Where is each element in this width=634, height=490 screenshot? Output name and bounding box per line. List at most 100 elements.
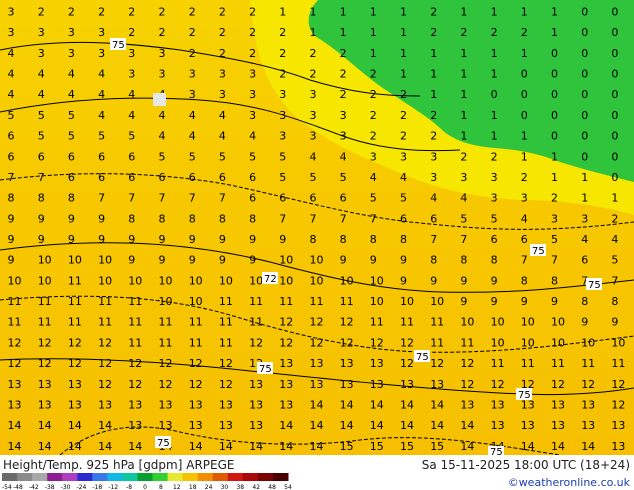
- valid-time: Sa 15-11-2025 18:00 UTC (18+24): [421, 458, 630, 472]
- grid-value: 9: [249, 254, 256, 267]
- contour-label: 72: [264, 274, 277, 285]
- grid-value: 3: [310, 109, 317, 122]
- grid-value: 7: [279, 212, 286, 225]
- grid-value: 5: [68, 130, 75, 143]
- scale-tick-label: 38: [236, 484, 244, 490]
- grid-value: 1: [460, 6, 467, 19]
- grid-value: 7: [219, 192, 226, 205]
- grid-value: 2: [521, 26, 528, 39]
- grid-value: 7: [128, 192, 135, 205]
- grid-value: 5: [400, 192, 407, 205]
- grid-value: 10: [491, 336, 505, 349]
- grid-value: 4: [249, 130, 256, 143]
- grid-value: 10: [189, 295, 203, 308]
- grid-value: 4: [98, 109, 105, 122]
- contour-label: 75: [259, 364, 272, 375]
- grid-value: 1: [521, 130, 528, 143]
- grid-value: 12: [38, 357, 52, 370]
- grid-value: 13: [310, 357, 324, 370]
- grid-value: 3: [8, 6, 15, 19]
- grid-value: 9: [128, 233, 135, 246]
- grid-value: 10: [38, 254, 52, 267]
- grid-value: 9: [491, 295, 498, 308]
- grid-value: 6: [98, 171, 105, 184]
- grid-value: 5: [219, 150, 226, 163]
- grid-value: 1: [310, 6, 317, 19]
- grid-value: 4: [340, 150, 347, 163]
- grid-value: 2: [370, 109, 377, 122]
- grid-value: 10: [128, 274, 142, 287]
- grid-value: 2: [460, 26, 467, 39]
- grid-value: 15: [430, 440, 444, 453]
- grid-value: 13: [460, 399, 474, 412]
- grid-value: 1: [310, 26, 317, 39]
- grid-value: 8: [189, 212, 196, 225]
- grid-value: 3: [68, 26, 75, 39]
- grid-value: 4: [521, 212, 528, 225]
- grid-value: 2: [400, 88, 407, 101]
- grid-value: 3: [370, 150, 377, 163]
- grid-value: 14: [521, 440, 535, 453]
- grid-value: 5: [279, 150, 286, 163]
- grid-value: 12: [460, 378, 474, 391]
- grid-value: 12: [340, 336, 354, 349]
- grid-value: 9: [8, 233, 15, 246]
- grid-value: 12: [219, 357, 233, 370]
- scale-tick-label: 18: [189, 484, 197, 490]
- grid-value: 13: [68, 399, 82, 412]
- grid-value: 8: [249, 212, 256, 225]
- credit-link[interactable]: ©weatheronline.co.uk: [508, 476, 630, 489]
- grid-value: 4: [8, 47, 15, 60]
- scale-swatch: [2, 473, 18, 481]
- grid-value: 14: [279, 419, 293, 432]
- grid-value: 1: [551, 26, 558, 39]
- grid-value: 0: [521, 109, 528, 122]
- grid-value: 3: [189, 68, 196, 81]
- grid-value: 11: [310, 295, 324, 308]
- grid-value: 0: [611, 6, 618, 19]
- grid-value: 14: [38, 440, 52, 453]
- grid-value: 2: [430, 26, 437, 39]
- grid-value: 8: [340, 233, 347, 246]
- grid-value: 7: [521, 254, 528, 267]
- grid-value: 13: [611, 440, 625, 453]
- grid-value: 1: [460, 88, 467, 101]
- contour-label-box: 75: [155, 436, 171, 449]
- grid-value: 8: [68, 192, 75, 205]
- grid-value: 9: [340, 254, 347, 267]
- grid-value: 8: [430, 254, 437, 267]
- grid-value: 1: [370, 6, 377, 19]
- grid-value: 13: [491, 399, 505, 412]
- grid-value: 6: [249, 192, 256, 205]
- grid-value: 13: [279, 378, 293, 391]
- grid-value: 2: [249, 26, 256, 39]
- grid-value: 11: [98, 316, 112, 329]
- grid-value: 0: [551, 47, 558, 60]
- grid-value: 10: [159, 274, 173, 287]
- grid-value: 6: [430, 212, 437, 225]
- grid-value: 8: [38, 192, 45, 205]
- scale-tick-label: -8: [126, 484, 132, 490]
- grid-value: 0: [581, 26, 588, 39]
- grid-value: 6: [189, 171, 196, 184]
- scale-swatch: [62, 473, 78, 481]
- grid-value: 1: [340, 26, 347, 39]
- grid-value: 12: [98, 357, 112, 370]
- grid-value: 3: [38, 47, 45, 60]
- grid-value: 6: [219, 171, 226, 184]
- grid-value: 2: [249, 47, 256, 60]
- grid-value: 11: [128, 336, 142, 349]
- grid-value: 9: [38, 212, 45, 225]
- grid-value: 6: [279, 192, 286, 205]
- contour-label-box: 72: [262, 272, 278, 285]
- grid-value: 12: [68, 357, 82, 370]
- grid-value: 13: [340, 378, 354, 391]
- grid-value: 14: [38, 419, 52, 432]
- grid-value: 11: [460, 336, 474, 349]
- grid-value: 3: [159, 68, 166, 81]
- grid-value: 12: [189, 378, 203, 391]
- grid-value: 8: [460, 254, 467, 267]
- grid-value: 4: [189, 130, 196, 143]
- scale-tick-label: -42: [29, 484, 39, 490]
- grid-value: 4: [159, 109, 166, 122]
